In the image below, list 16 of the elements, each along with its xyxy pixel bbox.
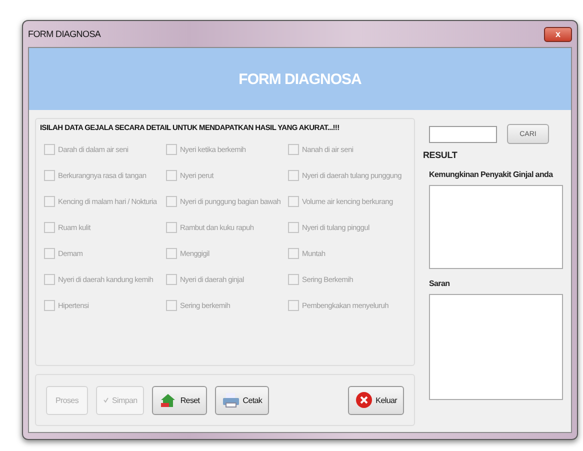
- disease-text-area[interactable]: [429, 185, 563, 269]
- exit-button[interactable]: Keluar: [348, 386, 404, 414]
- disease-label: Kemungkinan Penyakit Ginjal anda: [429, 170, 554, 179]
- reset-button[interactable]: Reset: [152, 386, 207, 414]
- header-title: FORM DIAGNOSA: [238, 70, 362, 88]
- house-icon: [159, 392, 178, 408]
- advice-label: Saran: [429, 279, 451, 288]
- close-button[interactable]: x: [544, 26, 572, 42]
- search-field[interactable]: [429, 126, 497, 142]
- printer-icon: [222, 392, 240, 408]
- window-title: FORM DIAGNOSA: [28, 29, 101, 39]
- result-heading: RESULT: [423, 150, 458, 160]
- close-icon: [354, 391, 373, 409]
- advice-text-area[interactable]: [429, 294, 563, 400]
- print-button[interactable]: Cetak: [214, 386, 270, 414]
- check-icon: [103, 397, 109, 403]
